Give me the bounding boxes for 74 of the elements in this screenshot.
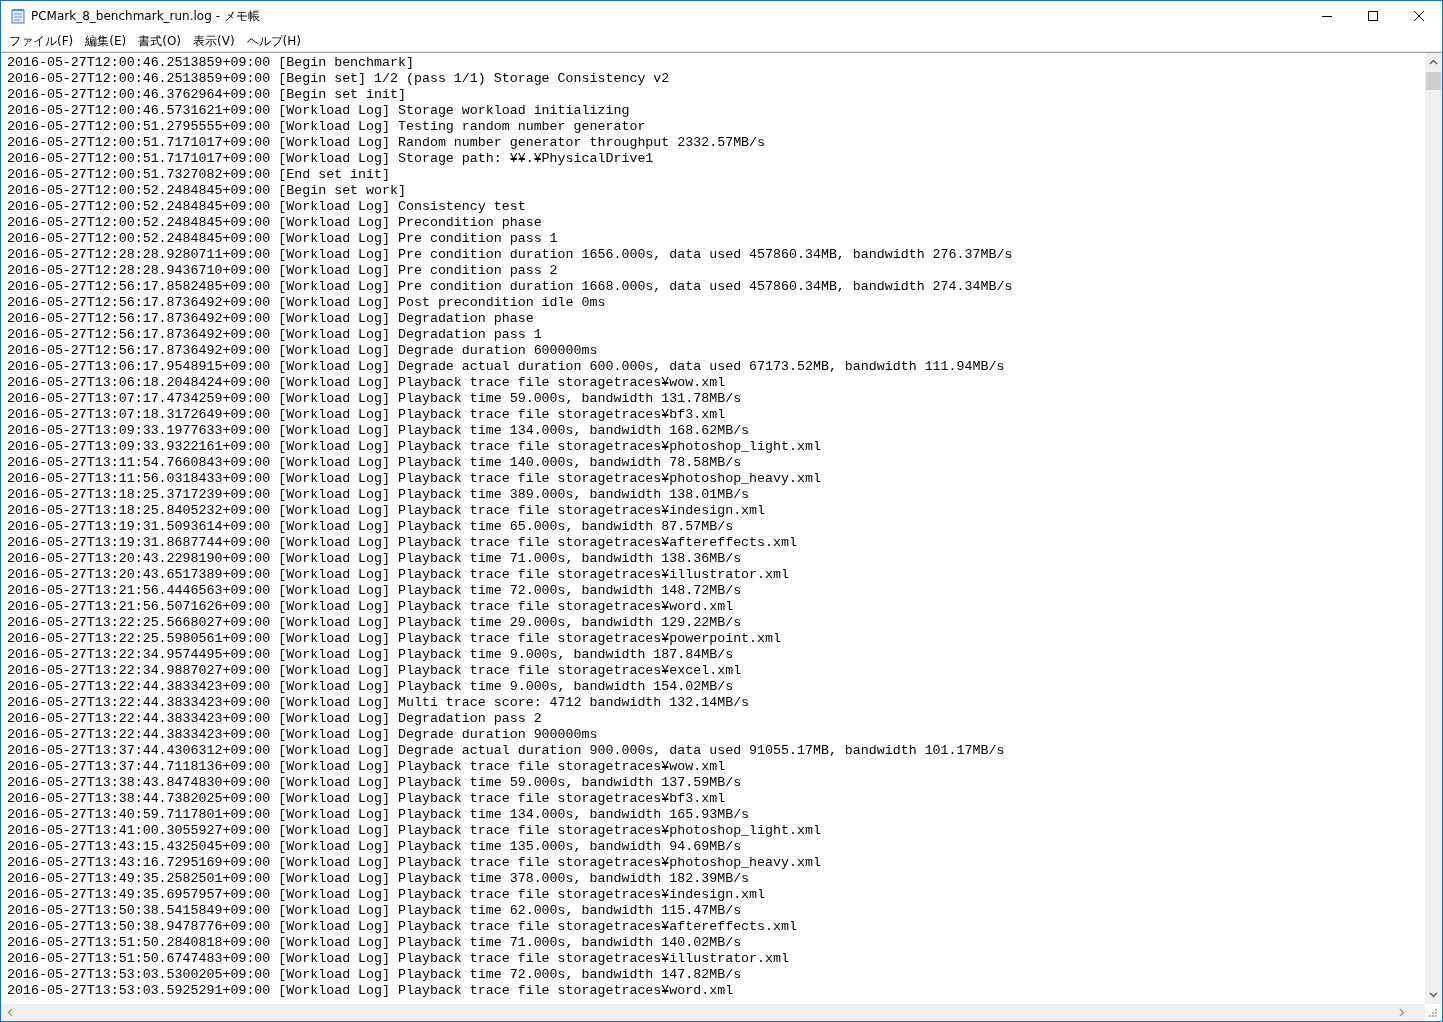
scroll-right-icon[interactable] — [1399, 1008, 1405, 1017]
menu-item[interactable]: 表示(V) — [187, 32, 241, 50]
text-line: 2016-05-27T12:00:52.2484845+09:00 [Workload Log] Precondition phase — [7, 215, 543, 231]
text-line: 2016-05-27T12:56:17.8736492+09:00 [Workload Log] Post precondition idle 0ms — [7, 295, 607, 311]
notepad-icon — [10, 8, 26, 24]
text-line: 2016-05-27T12:56:17.8582485+09:00 [Workload Log] Pre condition duration 1668.000s, data used 457860.34MB, bandwidth 274.34MB/s — [7, 279, 1014, 295]
text-line: 2016-05-27T13:07:17.4734259+09:00 [Workload Log] Playback time 59.000s, bandwidth 131.78MB/s — [7, 391, 743, 407]
text-line: 2016-05-27T13:22:44.3833423+09:00 [Workload Log] Playback time 9.000s, bandwidth 154.02MB/s — [7, 679, 735, 695]
text-line: 2016-05-27T13:40:59.7117801+09:00 [Workload Log] Playback time 134.000s, bandwidth 165.93MB/s — [7, 807, 751, 823]
text-line: 2016-05-27T13:09:33.1977633+09:00 [Workload Log] Playback time 134.000s, bandwidth 168.62MB/s — [7, 423, 751, 439]
text-line: 2016-05-27T13:18:25.3717239+09:00 [Workload Log] Playback time 389.000s, bandwidth 138.01MB/s — [7, 487, 751, 503]
text-line: 2016-05-27T12:00:51.7171017+09:00 [Workload Log] Random number generator throughput 2332.57MB/s — [7, 135, 767, 151]
text-line: 2016-05-27T13:51:50.2840818+09:00 [Workload Log] Playback time 71.000s, bandwidth 140.02MB/s — [7, 935, 743, 951]
text-line: 2016-05-27T13:20:43.6517389+09:00 [Workload Log] Playback trace file storagetraces¥illustrator.xml — [7, 567, 790, 583]
text-line: 2016-05-27T13:21:56.4446563+09:00 [Workload Log] Playback time 72.000s, bandwidth 148.72MB/s — [7, 583, 743, 599]
menu-item[interactable]: ファイル(F) — [3, 32, 80, 50]
text-line: 2016-05-27T12:00:52.2484845+09:00 [Workload Log] Pre condition pass 1 — [7, 231, 559, 247]
text-line: 2016-05-27T13:21:56.5071626+09:00 [Workload Log] Playback trace file storagetraces¥word.xml — [7, 599, 735, 615]
text-line: 2016-05-27T13:22:25.5668027+09:00 [Workload Log] Playback time 29.000s, bandwidth 129.22MB/s — [7, 615, 743, 631]
menu-item[interactable]: 編集(E) — [79, 32, 133, 50]
text-line: 2016-05-27T13:19:31.5093614+09:00 [Workload Log] Playback time 65.000s, bandwidth 87.57MB/s — [7, 519, 735, 535]
text-line: 2016-05-27T12:00:46.3762964+09:00 [Begin set init] — [7, 87, 407, 103]
text-line: 2016-05-27T13:22:25.5980561+09:00 [Workload Log] Playback trace file storagetraces¥powerpoint.xml — [7, 631, 782, 647]
text-line: 2016-05-27T13:22:44.3833423+09:00 [Workload Log] Degradation pass 2 — [7, 711, 543, 727]
text-line: 2016-05-27T12:00:46.2513859+09:00 [Begin set] 1/2 (pass 1/1) Storage Consistency v2 — [7, 71, 671, 87]
text-line: 2016-05-27T12:00:51.2795555+09:00 [Workload Log] Testing random number generator — [7, 119, 647, 135]
text-line: 2016-05-27T13:49:35.2582501+09:00 [Workload Log] Playback time 378.000s, bandwidth 182.39MB/s — [7, 871, 751, 887]
text-line: 2016-05-27T12:56:17.8736492+09:00 [Workload Log] Degradation pass 1 — [7, 327, 543, 343]
maximize-icon — [1367, 10, 1379, 22]
text-line: 2016-05-27T12:56:17.8736492+09:00 [Workload Log] Degrade duration 600000ms — [7, 343, 599, 359]
size-grip-icon[interactable] — [1428, 1008, 1438, 1018]
text-line: 2016-05-27T13:22:34.9574495+09:00 [Workload Log] Playback time 9.000s, bandwidth 187.84MB/s — [7, 647, 735, 663]
window-title: PCMark_8_benchmark_run.log - メモ帳 — [31, 7, 260, 25]
text-line: 2016-05-27T13:50:38.9478776+09:00 [Workload Log] Playback trace file storagetraces¥aftereffects.xml — [7, 919, 798, 935]
text-line: 2016-05-27T13:50:38.5415849+09:00 [Workload Log] Playback time 62.000s, bandwidth 115.47MB/s — [7, 903, 743, 919]
text-line: 2016-05-27T13:06:18.2048424+09:00 [Workload Log] Playback trace file storagetraces¥wow.xml — [7, 375, 727, 391]
text-line: 2016-05-27T12:28:28.9280711+09:00 [Workload Log] Pre condition duration 1656.000s, data used 457860.34MB, bandwidth 276.37MB/s — [7, 247, 1014, 263]
text-line: 2016-05-27T13:20:43.2298190+09:00 [Workload Log] Playback time 71.000s, bandwidth 138.36MB/s — [7, 551, 743, 567]
text-line: 2016-05-27T13:53:03.5925291+09:00 [Workload Log] Playback trace file storagetraces¥word.xml — [7, 983, 735, 999]
text-line: 2016-05-27T13:37:44.7118136+09:00 [Workload Log] Playback trace file storagetraces¥wow.xml — [7, 759, 727, 775]
scroll-down-icon[interactable] — [1429, 992, 1438, 998]
text-line: 2016-05-27T12:00:51.7171017+09:00 [Workload Log] Storage path: ¥¥.¥PhysicalDrive1 — [7, 151, 655, 167]
text-line: 2016-05-27T12:00:51.7327082+09:00 [End set init] — [7, 167, 391, 183]
text-line: 2016-05-27T13:49:35.6957957+09:00 [Workload Log] Playback trace file storagetraces¥indesign.xml — [7, 887, 767, 903]
text-line: 2016-05-27T13:11:56.0318433+09:00 [Workload Log] Playback trace file storagetraces¥photoshop_heavy.xml — [7, 471, 822, 487]
text-line: 2016-05-27T12:28:28.9436710+09:00 [Workload Log] Pre condition pass 2 — [7, 263, 559, 279]
text-line: 2016-05-27T13:43:15.4325045+09:00 [Workload Log] Playback time 135.000s, bandwidth 94.69MB/s — [7, 839, 743, 855]
text-line: 2016-05-27T13:38:44.7382025+09:00 [Workload Log] Playback trace file storagetraces¥bf3.xml — [7, 791, 727, 807]
text-line: 2016-05-27T13:37:44.4306312+09:00 [Workload Log] Degrade actual duration 900.000s, data used 91055.17MB, bandwidth 101.17MB/s — [7, 743, 1006, 759]
text-line: 2016-05-27T13:51:50.6747483+09:00 [Workload Log] Playback trace file storagetraces¥illustrator.xml — [7, 951, 790, 967]
text-line: 2016-05-27T13:11:54.7660843+09:00 [Workload Log] Playback time 140.000s, bandwidth 78.58MB/s — [7, 455, 743, 471]
text-line: 2016-05-27T13:22:44.3833423+09:00 [Workload Log] Degrade duration 900000ms — [7, 727, 599, 743]
text-line: 2016-05-27T13:07:18.3172649+09:00 [Workload Log] Playback trace file storagetraces¥bf3.xml — [7, 407, 727, 423]
text-line: 2016-05-27T13:18:25.8405232+09:00 [Workload Log] Playback trace file storagetraces¥indesign.xml — [7, 503, 767, 519]
text-line: 2016-05-27T12:56:17.8736492+09:00 [Workload Log] Degradation phase — [7, 311, 535, 327]
scroll-up-icon[interactable] — [1429, 59, 1438, 65]
text-line: 2016-05-27T13:19:31.8687744+09:00 [Workload Log] Playback trace file storagetraces¥aftereffects.xml — [7, 535, 798, 551]
menu-item[interactable]: 書式(O) — [132, 32, 188, 50]
text-line: 2016-05-27T13:22:44.3833423+09:00 [Workload Log] Multi trace score: 4712 bandwidth 132.14MB/s — [7, 695, 751, 711]
scroll-thumb[interactable] — [1426, 72, 1441, 90]
scroll-left-icon[interactable] — [7, 1008, 13, 1017]
text-line: 2016-05-27T13:41:00.3055927+09:00 [Workload Log] Playback trace file storagetraces¥photoshop_light.xml — [7, 823, 822, 839]
text-line: 2016-05-27T13:22:34.9887027+09:00 [Workload Log] Playback trace file storagetraces¥excel.xml — [7, 663, 743, 679]
menu-item[interactable]: ヘルプ(H) — [240, 32, 307, 50]
text-line: 2016-05-27T13:38:43.8474830+09:00 [Workload Log] Playback time 59.000s, bandwidth 137.59MB/s — [7, 775, 743, 791]
text-line: 2016-05-27T13:43:16.7295169+09:00 [Workload Log] Playback trace file storagetraces¥photoshop_heavy.xml — [7, 855, 822, 871]
text-line: 2016-05-27T12:00:46.5731621+09:00 [Workload Log] Storage workload initializing — [7, 103, 631, 119]
text-line: 2016-05-27T13:53:03.5300205+09:00 [Workload Log] Playback time 72.000s, bandwidth 147.82MB/s — [7, 967, 743, 983]
text-line: 2016-05-27T13:06:17.9548915+09:00 [Workload Log] Degrade actual duration 600.000s, data used 67173.52MB, bandwidth 111.94MB/s — [7, 359, 1006, 375]
text-line: 2016-05-27T13:09:33.9322161+09:00 [Workload Log] Playback trace file storagetraces¥photoshop_light.xml — [7, 439, 822, 455]
text-line: 2016-05-27T12:00:46.2513859+09:00 [Begin benchmark] — [7, 55, 415, 71]
text-line: 2016-05-27T12:00:52.2484845+09:00 [Begin set work] — [7, 183, 407, 199]
text-line: 2016-05-27T12:00:52.2484845+09:00 [Workload Log] Consistency test — [7, 199, 527, 215]
close-icon — [1413, 10, 1425, 22]
